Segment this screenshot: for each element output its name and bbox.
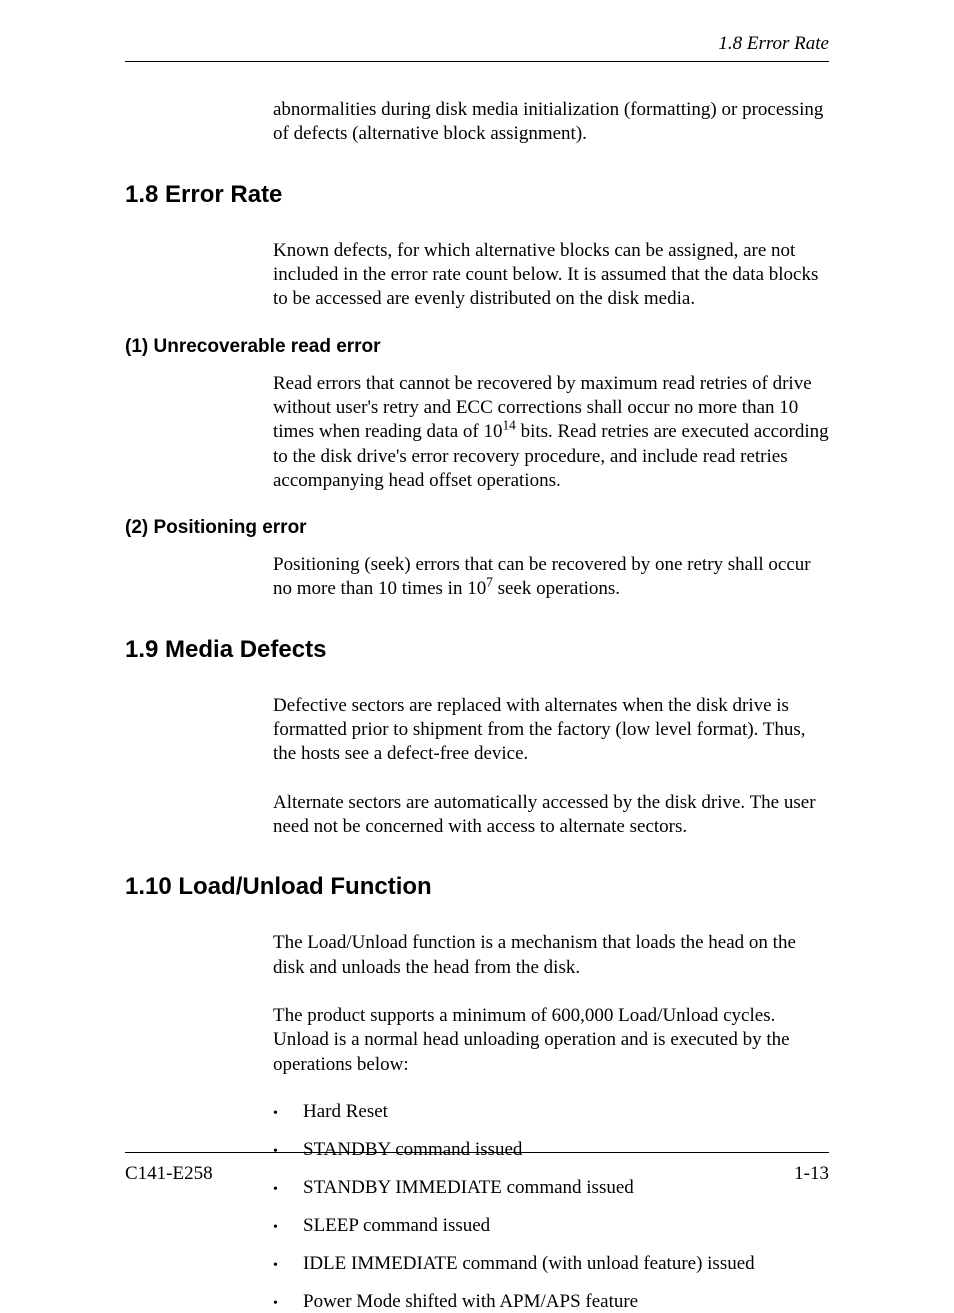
section-heading-1-9: 1.9 Media Defects <box>125 636 829 664</box>
section-1-10-para2: The product supports a minimum of 600,00… <box>273 1004 829 1077</box>
bullet-icon: • <box>273 1103 303 1121</box>
bullet-text: Power Mode shifted with APM/APS feature <box>303 1291 638 1313</box>
bullet-text: SLEEP command issued <box>303 1215 490 1237</box>
bullet-icon: • <box>273 1293 303 1311</box>
footer-right: 1-13 <box>794 1163 829 1185</box>
exponent: 7 <box>486 575 493 590</box>
section-heading-1-10: 1.10 Load/Unload Function <box>125 873 829 901</box>
bullet-icon: • <box>273 1255 303 1273</box>
bullet-text: IDLE IMMEDIATE command (with unload feat… <box>303 1253 755 1275</box>
running-title: 1.8 Error Rate <box>718 33 829 54</box>
list-item: • SLEEP command issued <box>273 1215 829 1237</box>
text-post: seek operations. <box>493 578 620 599</box>
page-footer: C141-E258 1-13 <box>125 1152 829 1185</box>
section-1-8-sub1-text: Read errors that cannot be recovered by … <box>273 372 829 494</box>
bullet-text: Hard Reset <box>303 1101 388 1123</box>
section-1-8-sub2-text: Positioning (seek) errors that can be re… <box>273 553 829 602</box>
bullet-list: • Hard Reset • STANDBY command issued • … <box>273 1101 829 1313</box>
exponent: 14 <box>503 418 516 433</box>
intro-paragraph: abnormalities during disk media initiali… <box>273 98 829 147</box>
list-item: • IDLE IMMEDIATE command (with unload fe… <box>273 1253 829 1275</box>
page-content: 1.8 Error Rate abnormalities during disk… <box>0 0 954 1313</box>
sub-heading-1-8-2: (2) Positioning error <box>125 517 829 539</box>
section-heading-1-8: 1.8 Error Rate <box>125 181 829 209</box>
section-1-10-para1: The Load/Unload function is a mechanism … <box>273 931 829 980</box>
running-header: 1.8 Error Rate <box>125 33 829 62</box>
para2a: The product supports a minimum of 600,00… <box>273 1005 775 1026</box>
list-item: • Hard Reset <box>273 1101 829 1123</box>
bullet-icon: • <box>273 1217 303 1235</box>
section-1-8-intro: Known defects, for which alternative blo… <box>273 239 829 312</box>
section-1-9-para2: Alternate sectors are automatically acce… <box>273 791 829 840</box>
para2b: Unload is a normal head unloading operat… <box>273 1029 790 1074</box>
footer-left: C141-E258 <box>125 1163 213 1185</box>
section-1-9-para1: Defective sectors are replaced with alte… <box>273 694 829 767</box>
list-item: • Power Mode shifted with APM/APS featur… <box>273 1291 829 1313</box>
sub-heading-1-8-1: (1) Unrecoverable read error <box>125 336 829 358</box>
